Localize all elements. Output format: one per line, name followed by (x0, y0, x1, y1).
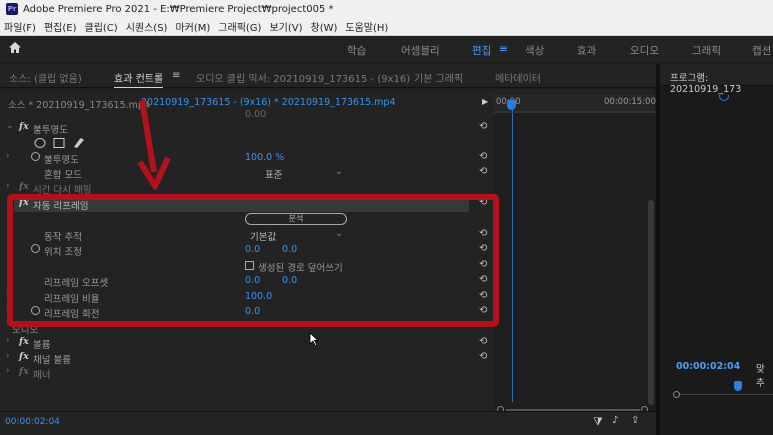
premiere-logo-icon: Pr (6, 3, 18, 15)
blend-mode-value: 표준 (265, 170, 283, 181)
export-icon[interactable]: ⇪ (631, 415, 639, 426)
bottom-strip: 00:00:02:04 ⧩ ♪ ⇪ (0, 411, 660, 435)
workspace-captions[interactable]: 캡션 (752, 43, 771, 58)
tab-audio-clip-mixer[interactable]: 오디오 클립 믹서: 20210919_173615 - (9x16) (196, 70, 410, 85)
workspace-effects[interactable]: 효과 (577, 43, 596, 58)
menu-graphics[interactable]: 그래픽(G) (214, 19, 265, 34)
loop-audio-icon[interactable]: ♪ (612, 415, 618, 426)
pen-mask-icon[interactable] (74, 138, 84, 148)
menu-clip[interactable]: 클립(C) (81, 19, 122, 34)
workspace-graphics[interactable]: 그래픽 (692, 43, 721, 58)
highlight-box (7, 194, 499, 327)
title-bar: Pr Adobe Premiere Pro 2021 - E:₩Premiere… (0, 0, 773, 18)
row-volume: › fx 볼륨 ⟲ (0, 336, 494, 351)
row-blend-mode: 혼합 모드 표준 ⌄ ⟲ (0, 166, 494, 181)
marker-icon[interactable] (719, 95, 729, 101)
arrow-annotation (137, 100, 171, 190)
chevron-down-icon[interactable]: ⌄ (6, 121, 14, 131)
window-title: Adobe Premiere Pro 2021 - E:₩Premiere Pr… (23, 3, 334, 15)
chevron-right-icon[interactable]: › (6, 366, 10, 376)
audio-collapse-icon[interactable] (483, 322, 491, 327)
menu-view[interactable]: 보기(V) (265, 19, 306, 34)
tab-essential-graphics[interactable]: 기본 그래픽 (414, 70, 463, 85)
ellipse-mask-icon[interactable] (34, 138, 46, 148)
program-tab-bar: 프로그램: 20210919_173 (660, 64, 773, 95)
fx-icon[interactable]: fx (19, 336, 29, 347)
reset-icon[interactable]: ⟲ (479, 351, 487, 362)
current-timecode[interactable]: 00:00:02:04 (5, 417, 60, 427)
tab-metadata[interactable]: 메타데이터 (495, 70, 541, 85)
filter-icon[interactable]: ⧩ (593, 415, 603, 429)
fx-icon[interactable]: fx (19, 351, 29, 362)
fx-icon[interactable]: fx (19, 121, 29, 132)
opacity-value[interactable]: 100.0 % (245, 152, 284, 163)
menu-file[interactable]: 파일(F) (0, 19, 40, 34)
reset-icon[interactable]: ⟲ (479, 336, 487, 347)
row-opacity: ⌄ fx 불투명도 ⟲ (0, 121, 494, 136)
row-channel-volume: › fx 채널 볼륨 ⟲ (0, 351, 494, 366)
fx-icon[interactable]: fx (19, 366, 29, 377)
program-scrubber[interactable] (678, 394, 773, 395)
tab-effect-controls[interactable]: 효과 컨트롤 (114, 70, 164, 88)
fit-dropdown[interactable]: 맞추 (756, 361, 773, 389)
menu-window[interactable]: 창(W) (307, 19, 342, 34)
clip-selector-row: 소스 * 20210919_173615.mp4 20210919_173615… (0, 94, 494, 111)
workspace-color[interactable]: 색상 (525, 43, 544, 58)
effect-timeline-area (494, 94, 655, 411)
workspace-assembly[interactable]: 어셈블리 (401, 43, 440, 58)
menu-sequence[interactable]: 시퀀스(S) (122, 19, 172, 34)
program-playhead[interactable] (734, 381, 742, 391)
chevron-right-icon[interactable]: › (6, 351, 10, 361)
workspace-editing[interactable]: 편집 (472, 43, 491, 58)
rect-mask-icon[interactable] (53, 138, 65, 148)
menu-bar: 파일(F) 편집(E) 클립(C) 시퀀스(S) 마커(M) 그래픽(G) 보기… (0, 18, 773, 36)
workspace-bar: 학습 어셈블리 편집 ≡ 색상 효과 오디오 그래픽 캡션 (0, 36, 773, 62)
chevron-down-icon: ⌄ (335, 166, 343, 177)
effect-controls-menu-icon[interactable]: ≡ (172, 70, 180, 81)
reset-icon[interactable]: ⟲ (479, 166, 487, 177)
opacity-label: 불투명도 (33, 125, 68, 136)
mask-tools (34, 138, 84, 148)
reset-icon[interactable]: ⟲ (479, 121, 487, 132)
panner-label: 패너 (33, 370, 51, 381)
row-opacity-value: › 불투명도 100.0 % ⟲ (0, 151, 494, 166)
panel-divider (656, 64, 660, 435)
tab-program[interactable]: 프로그램: 20210919_173 (670, 70, 773, 95)
timeline-end-time: 00:00:15:00 (604, 97, 656, 107)
partial-value: 0.00 (245, 109, 267, 120)
stopwatch-icon[interactable] (31, 152, 40, 161)
play-icon[interactable]: ▶ (482, 97, 488, 106)
scrubber-handle[interactable] (673, 391, 680, 398)
program-timecode[interactable]: 00:00:02:04 (676, 361, 740, 372)
menu-help[interactable]: 도움말(H) (341, 19, 392, 34)
timeline-divider (494, 112, 655, 113)
row-mask-tools (0, 136, 494, 151)
playhead-line[interactable] (512, 104, 513, 402)
home-icon[interactable] (8, 41, 32, 58)
chevron-right-icon[interactable]: › (6, 336, 10, 346)
vertical-scrollbar[interactable] (648, 200, 654, 405)
row-panner: › fx 패너 (0, 366, 494, 381)
mouse-cursor-icon (309, 332, 319, 347)
chevron-right-icon[interactable]: › (6, 181, 10, 191)
workspace-learning[interactable]: 학습 (347, 43, 366, 58)
reset-icon[interactable]: ⟲ (479, 151, 487, 162)
volume-label: 볼륨 (33, 340, 51, 351)
workspace-audio[interactable]: 오디오 (630, 43, 659, 58)
menu-marker[interactable]: 마커(M) (171, 19, 214, 34)
menu-edit[interactable]: 편집(E) (40, 19, 81, 34)
chevron-right-icon[interactable]: › (6, 151, 10, 161)
blend-mode-dropdown[interactable]: 표준 ⌄ (245, 166, 345, 181)
channel-volume-label: 채널 볼륨 (33, 355, 71, 366)
program-monitor-panel: 프로그램: 20210919_173 00:00:02:04 맞추 (660, 64, 773, 435)
effect-timeline-ruler: 00:00 00:00:15:00 (494, 94, 656, 112)
panel-tab-row: 소스: (클립 없음) 효과 컨트롤 ≡ 오디오 클립 믹서: 20210919… (0, 64, 660, 88)
workspace-menu-icon[interactable]: ≡ (499, 43, 508, 55)
blend-mode-label: 혼합 모드 (44, 170, 82, 181)
tab-source[interactable]: 소스: (클립 없음) (9, 70, 82, 85)
fx-icon[interactable]: fx (19, 181, 29, 192)
opacity-prop-label: 불투명도 (44, 155, 79, 166)
